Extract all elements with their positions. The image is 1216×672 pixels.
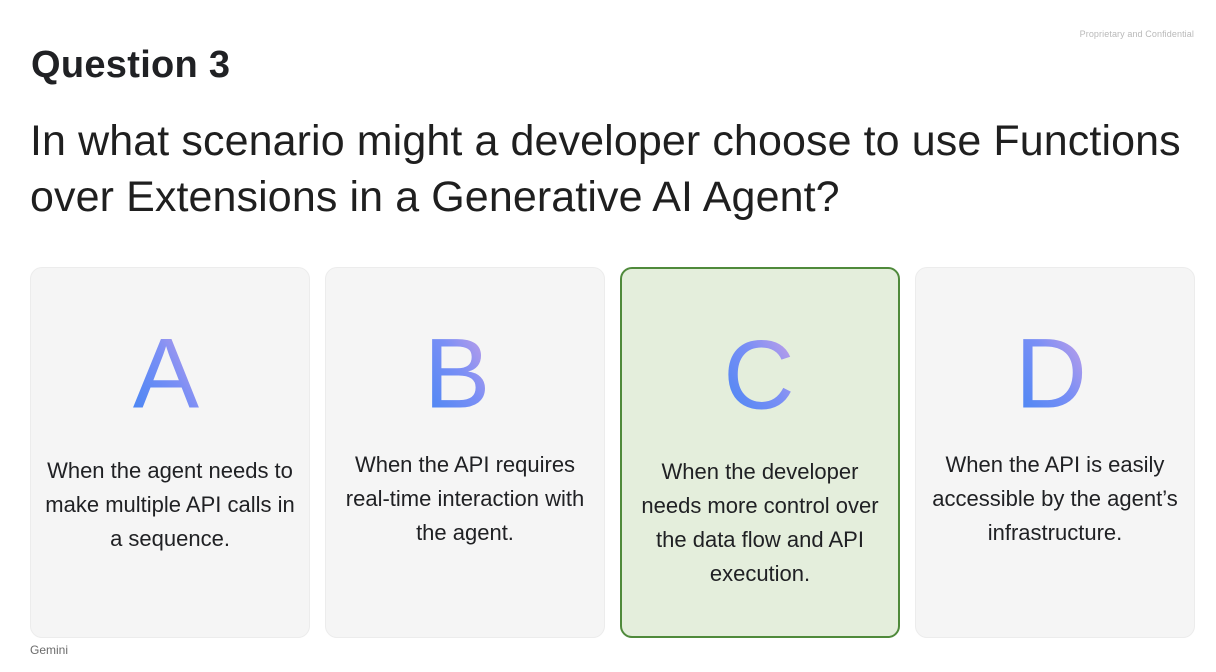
option-b-text: When the API requires real-time interact… bbox=[345, 452, 585, 545]
option-a-letter-glyph: A bbox=[133, 319, 200, 428]
letter-b-text: B bbox=[424, 319, 490, 428]
option-d-letter-glyph: D bbox=[1015, 319, 1087, 428]
question-text: In what scenario might a developer choos… bbox=[30, 117, 1181, 221]
question-label: Question 3 bbox=[31, 44, 231, 86]
option-d-text: When the API is easily accessible by the… bbox=[932, 452, 1178, 545]
answer-options: A When the agent needs to make multiple … bbox=[30, 267, 1195, 638]
letter-a-text: A bbox=[133, 319, 200, 428]
footer-brand: Gemini bbox=[30, 643, 69, 657]
option-a-letter: A bbox=[31, 318, 309, 428]
option-a-text: When the agent needs to make multiple AP… bbox=[45, 458, 295, 551]
option-d-card[interactable]: D When the API is easily accessible by t… bbox=[915, 267, 1195, 638]
option-c-letter-glyph: C bbox=[723, 320, 794, 430]
option-d-letter: D bbox=[916, 318, 1194, 428]
letter-c-text: C bbox=[723, 320, 794, 430]
option-c-letter: C bbox=[622, 319, 898, 430]
option-b-card[interactable]: B When the API requires real-time intera… bbox=[325, 267, 605, 638]
letter-d-text: D bbox=[1015, 319, 1087, 428]
confidential-label: Proprietary and Confidential bbox=[1079, 29, 1194, 39]
option-c-card[interactable]: C When the developer needs more control … bbox=[620, 267, 900, 638]
option-c-text: When the developer needs more control ov… bbox=[641, 459, 879, 586]
option-a-card[interactable]: A When the agent needs to make multiple … bbox=[30, 267, 310, 638]
option-b-letter-glyph: B bbox=[424, 319, 490, 428]
option-b-letter: B bbox=[326, 318, 604, 428]
